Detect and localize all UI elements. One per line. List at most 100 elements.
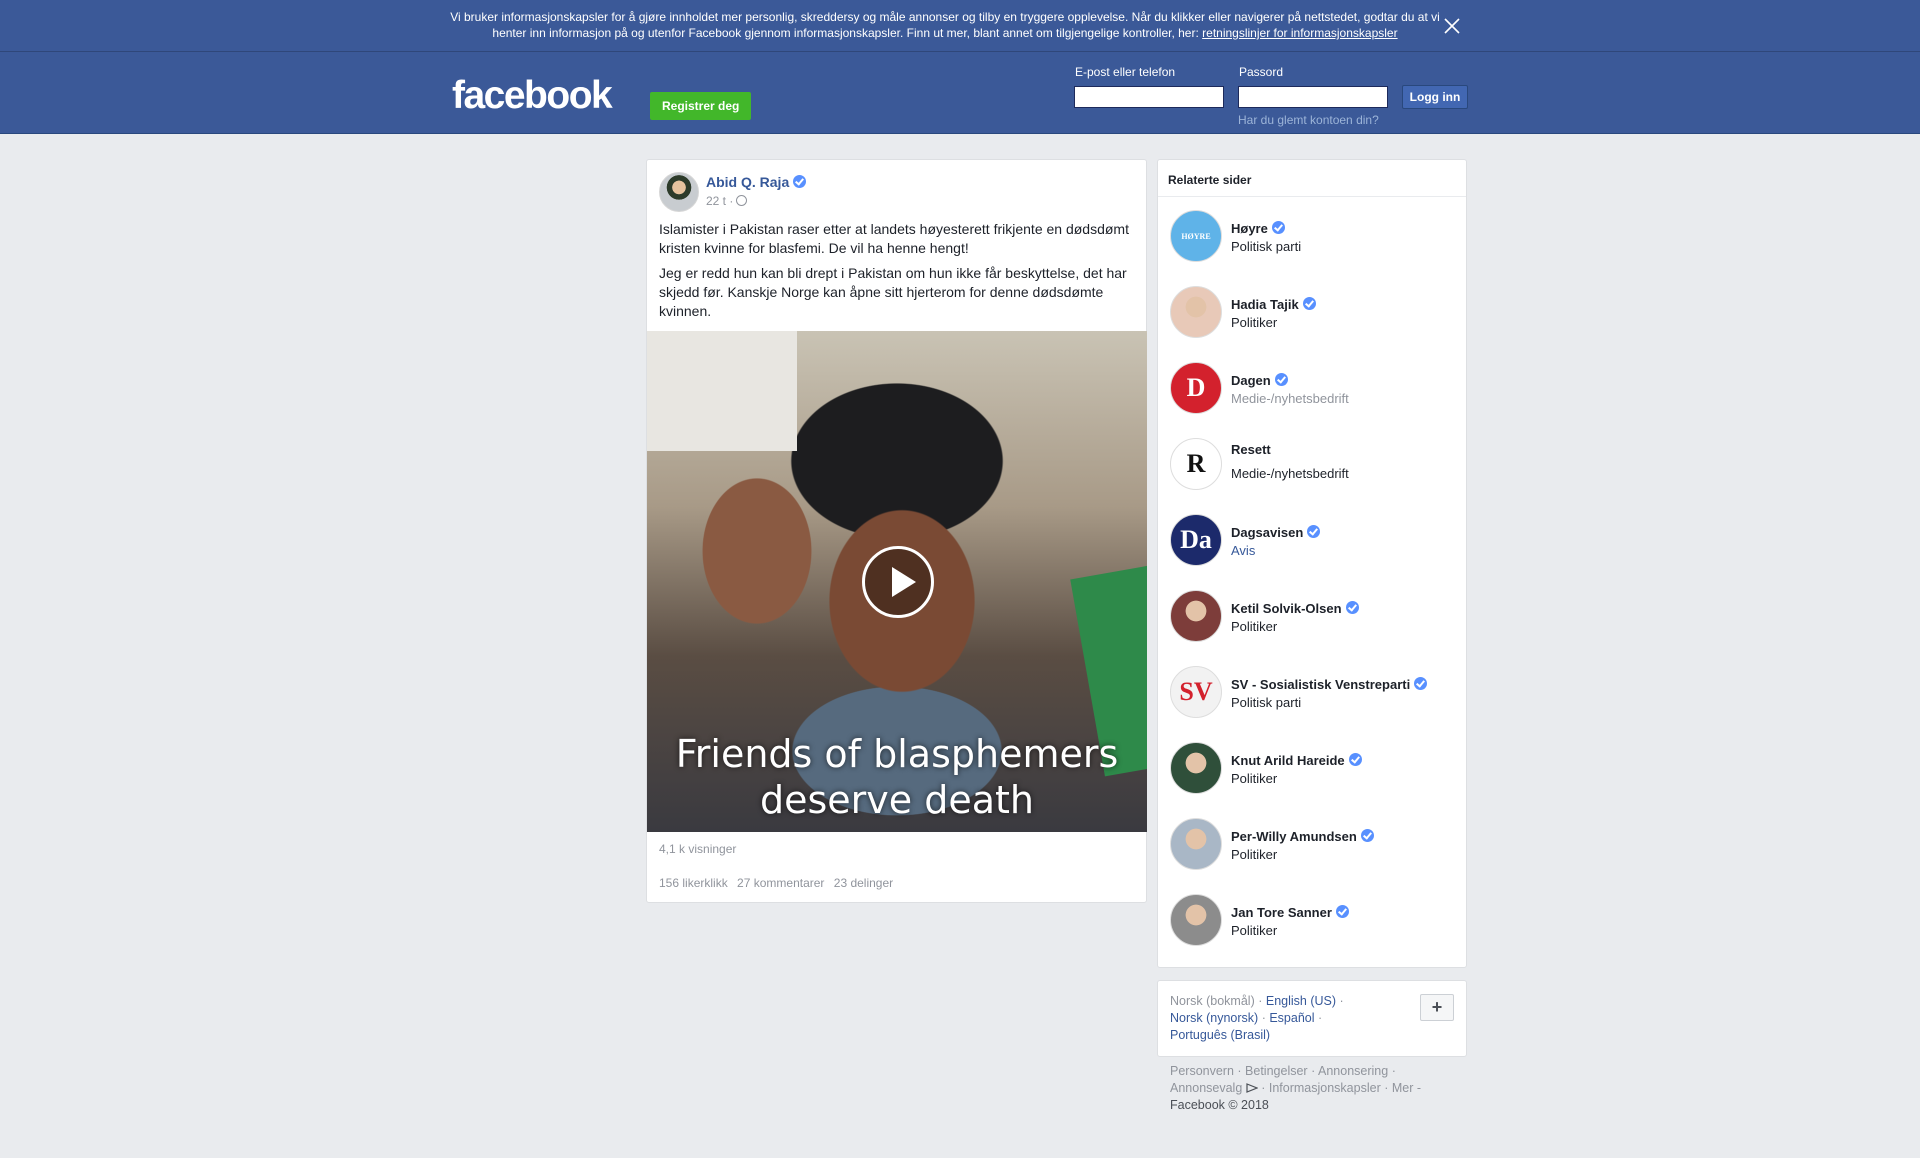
more-languages-button[interactable]: + [1420, 994, 1454, 1021]
related-page-item[interactable]: Jan Tore Sanner Politiker [1158, 882, 1466, 958]
related-page-category: Politisk parti [1231, 695, 1302, 710]
related-page-item[interactable]: R Resett Medie-/nyhetsbedrift [1158, 426, 1466, 502]
language-selector: Norsk (bokmål) · English (US) · Norsk (n… [1157, 980, 1467, 1057]
language-link[interactable]: Português (Brasil) [1170, 1028, 1270, 1042]
related-page-logo-text: Da [1180, 525, 1212, 554]
related-page-avatar[interactable] [1170, 742, 1222, 794]
language-link[interactable]: Español [1269, 1011, 1314, 1025]
related-page-name[interactable]: Per-Willy Amundsen [1231, 829, 1374, 844]
facebook-logo[interactable]: facebook [452, 74, 613, 118]
video-frame-sign [647, 331, 797, 451]
related-page-logo-text: SV [1179, 677, 1213, 706]
related-page-name-text[interactable]: Hadia Tajik [1231, 297, 1299, 312]
related-page-name[interactable]: SV - Sosialistisk Venstreparti [1231, 677, 1428, 692]
post-stats: 156 likerklikk 27 kommentarer 23 delinge… [659, 876, 899, 890]
footer-link-terms[interactable]: Betingelser [1245, 1064, 1308, 1078]
related-page-category: Politisk parti [1231, 239, 1302, 254]
cookie-policy-link[interactable]: retningslinjer for informasjonskapsler [1202, 26, 1397, 40]
related-page-item[interactable]: Ketil Solvik-Olsen Politiker [1158, 578, 1466, 654]
post-author[interactable]: Abid Q. Raja [706, 174, 807, 190]
related-page-avatar[interactable] [1170, 818, 1222, 870]
footer-link-privacy[interactable]: Personvern [1170, 1064, 1234, 1078]
related-page-category: Politiker [1231, 847, 1278, 862]
verified-badge-icon [1348, 753, 1362, 766]
post-time[interactable]: 22 t · [706, 194, 733, 208]
related-page-category: Avis [1231, 543, 1256, 558]
post-card: Abid Q. Raja 22 t · Islamister i Pakista… [646, 159, 1147, 903]
related-page-name-text[interactable]: Høyre [1231, 221, 1268, 236]
related-page-logo-text: R [1186, 449, 1206, 478]
footer-link-cookies[interactable]: Informasjonskapsler [1269, 1081, 1381, 1095]
footer-link-ad-choices[interactable]: Annonsevalg [1170, 1081, 1242, 1095]
related-page-item[interactable]: Knut Arild Hareide Politiker [1158, 730, 1466, 806]
verified-badge-icon [1360, 829, 1374, 842]
related-page-name-text[interactable]: Knut Arild Hareide [1231, 753, 1345, 768]
verified-badge-icon [1302, 297, 1316, 310]
close-icon[interactable] [1440, 14, 1464, 38]
related-page-name[interactable]: Hadia Tajik [1231, 297, 1316, 312]
related-page-avatar[interactable] [1170, 590, 1222, 642]
language-link[interactable]: English (US) [1266, 994, 1336, 1008]
related-page-item[interactable]: Per-Willy Amundsen Politiker [1158, 806, 1466, 882]
related-page-category: Medie-/nyhetsbedrift [1231, 391, 1349, 406]
related-page-name[interactable]: Knut Arild Hareide [1231, 753, 1362, 768]
related-page-name-text[interactable]: Jan Tore Sanner [1231, 905, 1332, 920]
related-page-avatar[interactable]: HØYRE [1170, 210, 1222, 262]
verified-badge-icon [1414, 677, 1428, 690]
language-link[interactable]: Norsk (nynorsk) [1170, 1011, 1258, 1025]
related-page-item[interactable]: Da Dagsavisen Avis [1158, 502, 1466, 578]
email-field[interactable] [1074, 86, 1224, 108]
language-list: Norsk (bokmål) · English (US) · Norsk (n… [1170, 994, 1344, 1042]
footer-link-advertising[interactable]: Annonsering [1318, 1064, 1388, 1078]
post-author-name[interactable]: Abid Q. Raja [706, 174, 789, 190]
video-caption: Friends of blasphemers deserve death [647, 731, 1147, 823]
related-page-item[interactable]: HØYRE Høyre Politisk parti [1158, 198, 1466, 274]
related-page-name-text[interactable]: Per-Willy Amundsen [1231, 829, 1357, 844]
video-caption-line: deserve death [759, 778, 1034, 822]
related-page-category: Politiker [1231, 619, 1278, 634]
related-page-name[interactable]: Dagen [1231, 373, 1288, 388]
related-page-item[interactable]: D Dagen Medie-/nyhetsbedrift [1158, 350, 1466, 426]
related-page-item[interactable]: SV SV - Sosialistisk Venstreparti Politisk… [1158, 654, 1466, 730]
related-page-category: Politiker [1231, 315, 1278, 330]
register-button[interactable]: Registrer deg [650, 92, 752, 120]
related-page-name-text[interactable]: Ketil Solvik-Olsen [1231, 601, 1342, 616]
related-page-avatar[interactable]: Da [1170, 514, 1222, 566]
verified-badge-icon [793, 175, 807, 188]
related-page-avatar[interactable]: R [1170, 438, 1222, 490]
post-text: Islamister i Pakistan raser etter at lan… [659, 220, 1137, 327]
related-page-name[interactable]: Høyre [1231, 221, 1285, 236]
copyright: Facebook © 2018 [1170, 1098, 1269, 1112]
shares-count[interactable]: 23 delinger [834, 876, 893, 890]
related-page-name[interactable]: Resett [1231, 442, 1271, 457]
related-page-item[interactable]: Hadia Tajik Politiker [1158, 274, 1466, 350]
related-page-name-text[interactable]: Dagsavisen [1231, 525, 1303, 540]
cookie-banner: Vi bruker informasjonskapsler for å gjør… [0, 0, 1920, 52]
comments-count[interactable]: 27 kommentarer [737, 876, 824, 890]
video-caption-line: Friends of blasphemers [675, 732, 1119, 776]
related-page-name[interactable]: Dagsavisen [1231, 525, 1321, 540]
related-page-avatar[interactable]: D [1170, 362, 1222, 414]
related-page-name-text[interactable]: SV - Sosialistisk Venstreparti [1231, 677, 1410, 692]
forgot-account-link[interactable]: Har du glemt kontoen din? [1238, 113, 1379, 127]
footer-link-more[interactable]: Mer [1392, 1081, 1414, 1095]
post-paragraph: Jeg er redd hun kan bli drept i Pakistan… [659, 265, 1127, 319]
play-icon[interactable] [862, 546, 934, 618]
related-page-avatar[interactable]: SV [1170, 666, 1222, 718]
related-page-name-text[interactable]: Dagen [1231, 373, 1271, 388]
password-label: Passord [1239, 65, 1284, 79]
password-field[interactable] [1238, 86, 1388, 108]
post-paragraph: Islamister i Pakistan raser etter at lan… [659, 221, 1129, 256]
related-page-name[interactable]: Jan Tore Sanner [1231, 905, 1349, 920]
likes-count[interactable]: 156 likerklikk [659, 876, 728, 890]
verified-badge-icon [1335, 905, 1349, 918]
author-avatar[interactable] [659, 172, 699, 212]
related-page-avatar[interactable] [1170, 894, 1222, 946]
ad-choices-icon [1246, 1083, 1259, 1093]
login-button[interactable]: Logg inn [1402, 85, 1468, 109]
related-page-avatar[interactable] [1170, 286, 1222, 338]
related-page-name-text[interactable]: Resett [1231, 442, 1271, 457]
related-page-name[interactable]: Ketil Solvik-Olsen [1231, 601, 1359, 616]
video-player[interactable]: Friends of blasphemers deserve death [647, 331, 1147, 832]
related-page-category: Politiker [1231, 923, 1278, 938]
